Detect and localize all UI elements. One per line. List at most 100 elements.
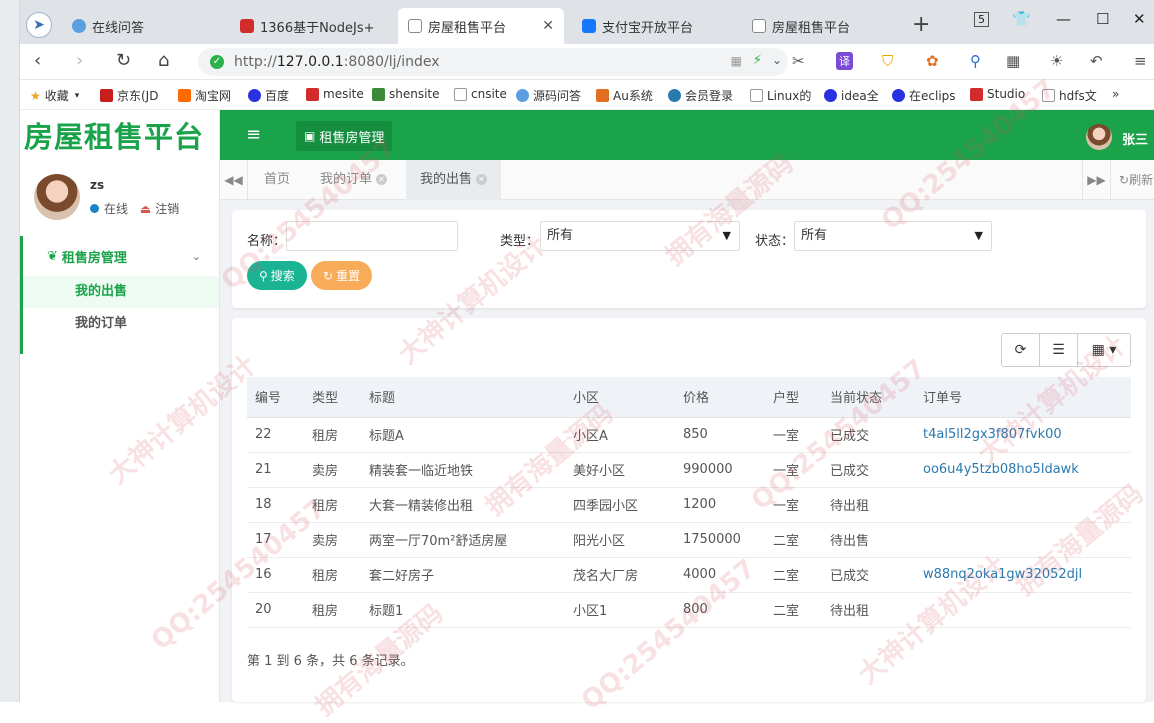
table-cell: 精装套一临近地铁	[361, 452, 565, 488]
minimize-icon[interactable]: —	[1056, 10, 1071, 28]
translate-icon[interactable]: 译	[836, 52, 853, 70]
menu-icon[interactable]: ≡	[1134, 52, 1147, 70]
name-input[interactable]	[286, 221, 458, 251]
browser-tab[interactable]: 房屋租售平台	[742, 8, 908, 44]
page-tabs-bar: ◀◀ 首页 我的订单 ✕ 我的出售 ✕ ▶▶ ↻刷新	[220, 160, 1154, 200]
table-row[interactable]: 16 租房 套二好房子 茂名大厂房 4000 二室 已成交 w88nq2oka1gw32052…	[247, 557, 1131, 593]
search-icon[interactable]: ⚲	[970, 52, 981, 70]
col-header[interactable]: 当前状态	[822, 377, 915, 418]
col-header[interactable]: 价格	[675, 377, 765, 418]
table-row[interactable]: 17 卖房 两室一厅70m²舒适房屋 阳光小区 1750000 二室 待出售	[247, 522, 1131, 558]
hamburger-icon[interactable]: ≡	[246, 124, 261, 145]
page-tab-my-orders[interactable]: 我的订单 ✕	[306, 160, 401, 200]
grid-icon[interactable]: ▦	[1006, 52, 1020, 70]
fox-icon[interactable]: ✿	[926, 52, 939, 70]
home-icon[interactable]: ⌂	[158, 50, 169, 71]
table-row[interactable]: 22 租房 标题A 小区A 850 一室 已成交 t4al5ll2gx3f807fvk00	[247, 417, 1131, 453]
qr-icon[interactable]: ▦	[731, 54, 742, 68]
bolt-icon[interactable]: ⚡	[753, 53, 762, 68]
undo-icon[interactable]: ↶	[1090, 52, 1103, 70]
module-button[interactable]: ▣ 租售房管理	[296, 121, 393, 151]
col-header[interactable]: 编号	[247, 377, 304, 418]
table-cell: oo6u4y5tzb08ho5ldawk	[915, 452, 1131, 488]
bookmark-item[interactable]: hdfs文	[1042, 87, 1097, 104]
top-username[interactable]: 张三	[1122, 129, 1148, 148]
columns-icon[interactable]: ▦ ▾	[1078, 334, 1130, 366]
bookmark-item[interactable]: Linux的	[750, 87, 811, 104]
reset-button-label: 重置	[336, 269, 361, 283]
bookmark-item[interactable]: 淘宝网	[178, 87, 231, 104]
col-header[interactable]: 订单号	[915, 377, 1131, 418]
address-bar[interactable]: ✓ http://127.0.0.1:8080/lj/index ▦ ⚡ ⌄	[198, 48, 788, 76]
bookmark-item[interactable]: 京东(JD	[100, 87, 158, 104]
status-label: 状态：	[755, 234, 795, 249]
sidebar-item-my-orders[interactable]: 我的订单	[23, 308, 219, 340]
browser-tab-active[interactable]: 房屋租售平台 ✕	[398, 8, 564, 44]
reload-icon[interactable]: ↻	[116, 50, 131, 71]
page-tab-my-sales[interactable]: 我的出售 ✕	[406, 160, 502, 200]
logout-link[interactable]: 注销	[155, 202, 179, 216]
browser-tab[interactable]: 1366基于NodeJs+	[230, 8, 396, 44]
col-header[interactable]: 户型	[765, 377, 822, 418]
maximize-icon[interactable]: ☐	[1096, 10, 1109, 28]
chevron-down-icon[interactable]: ⌄	[772, 53, 782, 67]
sidebar-group-toggle[interactable]: ❦ 租售房管理 ⌄	[23, 236, 219, 276]
status-select[interactable]: 所有 ▼	[794, 221, 992, 251]
logout-icon[interactable]: ⏏	[140, 202, 151, 216]
table-cell: 4000	[675, 557, 765, 593]
tabs-scroll-right-icon[interactable]: ▶▶	[1082, 160, 1110, 200]
table-row[interactable]: 21 卖房 精装套一临近地铁 美好小区 990000 一室 已成交 oo6u4y5tzb08h…	[247, 452, 1131, 488]
bookmark-item[interactable]: ★ 收藏 ▾	[30, 87, 79, 104]
scissors-icon[interactable]: ✂	[792, 52, 805, 70]
table-cell: 大套一精装修出租	[361, 487, 565, 523]
bookmark-item[interactable]: 百度	[248, 87, 289, 104]
tabs-scroll-left-icon[interactable]: ◀◀	[220, 160, 248, 200]
shirt-icon[interactable]: 👕	[1012, 10, 1031, 28]
shield-icon[interactable]: ⛉	[882, 52, 893, 70]
col-header[interactable]: 类型	[304, 377, 361, 418]
bookmark-item[interactable]: 在eclips	[892, 87, 956, 104]
table-toolbar: ⟳ ☰ ▦ ▾	[1001, 333, 1131, 367]
col-header[interactable]: 小区	[565, 377, 675, 418]
bookmark-item[interactable]: shensite	[372, 87, 440, 101]
close-tab-icon[interactable]: ✕	[376, 174, 388, 185]
col-header[interactable]: 标题	[361, 377, 565, 418]
type-select[interactable]: 所有 ▼	[540, 221, 740, 251]
tab-count-badge[interactable]: 5	[974, 12, 989, 27]
top-avatar[interactable]	[1086, 124, 1112, 150]
cloud-icon	[668, 89, 681, 102]
close-tab-icon[interactable]: ✕	[542, 18, 554, 34]
table-row[interactable]: 20 租房 标题1 小区1 800 二室 待出租	[247, 592, 1131, 628]
browser-tab-label: 1366基于NodeJs+	[260, 20, 375, 36]
brightness-icon[interactable]: ☀	[1050, 52, 1063, 70]
table-cell: 已成交	[822, 557, 915, 593]
bookmark-item[interactable]: Au系统	[596, 87, 653, 104]
refresh-button[interactable]: ↻刷新	[1110, 160, 1154, 200]
bookmark-item[interactable]: Studio	[970, 87, 1025, 101]
back-icon[interactable]: ‹	[34, 50, 41, 71]
table-row[interactable]: 18 租房 大套一精装修出租 四季园小区 1200 一室 待出租	[247, 487, 1131, 523]
bookmark-item[interactable]: idea全	[824, 87, 879, 104]
browser-side-strip	[0, 0, 20, 702]
browser-tab[interactable]: 在线问答	[62, 8, 228, 44]
reset-button[interactable]: ↻ 重置	[311, 261, 373, 290]
browser-tab[interactable]: 支付宝开放平台	[572, 8, 738, 44]
page-tab-home[interactable]: 首页	[250, 160, 304, 200]
refresh-icon: ↻	[1119, 173, 1130, 187]
browser-send-icon[interactable]: ➤	[26, 12, 52, 38]
new-tab-icon[interactable]: +	[912, 12, 930, 37]
sidebar-item-my-sales[interactable]: 我的出售	[23, 276, 219, 308]
bookmarks-more[interactable]: »	[1112, 87, 1119, 101]
close-tab-icon[interactable]: ✕	[476, 174, 488, 185]
bookmark-item[interactable]: cnsite	[454, 87, 507, 101]
table-cell: 卖房	[304, 452, 361, 488]
table-cell: 租房	[304, 487, 361, 523]
forward-icon[interactable]: ›	[76, 50, 83, 71]
refresh-icon[interactable]: ⟳	[1002, 334, 1040, 366]
bookmark-item[interactable]: 会员登录	[668, 87, 733, 104]
close-window-icon[interactable]: ✕	[1133, 10, 1146, 28]
bookmark-item[interactable]: mesite	[306, 87, 364, 101]
bookmark-item[interactable]: 源码问答	[516, 87, 581, 104]
search-button[interactable]: ⚲ 搜索	[247, 261, 307, 290]
list-view-icon[interactable]: ☰	[1040, 334, 1078, 366]
